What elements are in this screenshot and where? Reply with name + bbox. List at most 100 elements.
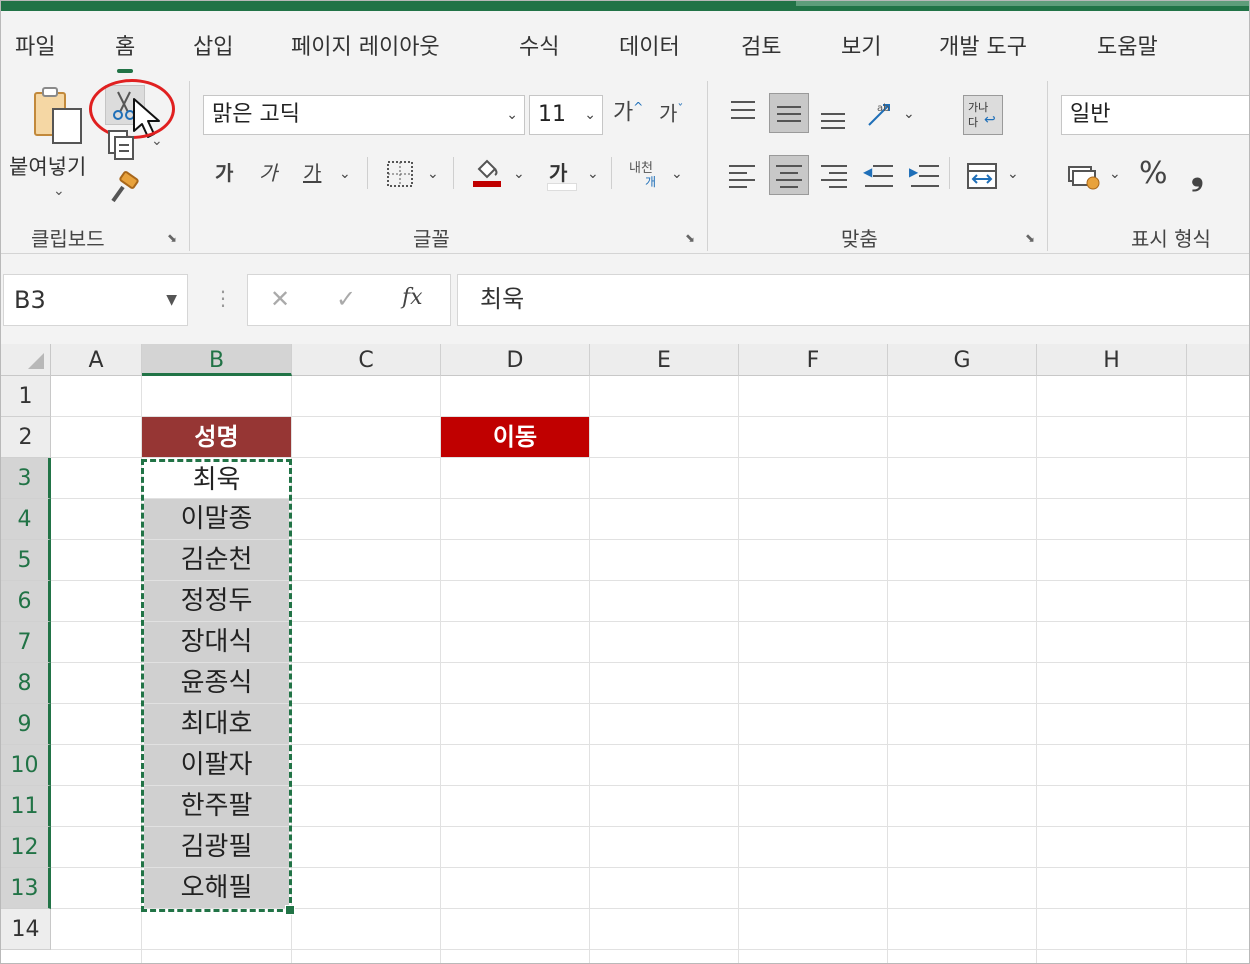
insert-function-button[interactable]: fx (402, 285, 423, 310)
formula-bar: B3 ▼ ⋮ ✕ ✓ fx 최욱 (1, 254, 1249, 344)
column-header-f[interactable]: F (739, 344, 888, 376)
chevron-down-icon: ⌄ (151, 133, 163, 149)
formula-content: 최욱 (480, 285, 525, 313)
row-header-6[interactable]: 6 (1, 581, 51, 622)
number-format-combo[interactable]: 일반 (1061, 95, 1249, 135)
merge-center-icon[interactable] (965, 159, 999, 193)
accounting-format-icon[interactable] (1067, 161, 1101, 191)
column-header-d[interactable]: D (441, 344, 590, 376)
dialog-launcher-icon[interactable]: ⬊ (685, 231, 699, 245)
worksheet-grid: A B C D E F G H 1 2 3 4 5 6 7 8 9 10 11 … (1, 344, 1249, 963)
borders-icon[interactable] (385, 159, 415, 189)
dialog-launcher-icon[interactable]: ⬊ (167, 231, 181, 245)
fill-color-icon[interactable] (471, 155, 505, 189)
grow-font-button[interactable]: 가^ (613, 101, 643, 124)
font-name-combo[interactable]: 맑은 고딕 ⌄ (203, 95, 525, 135)
row-header-9[interactable]: 9 (1, 704, 51, 745)
ribbon-tabs: 파일 홈 삽입 페이지 레이아웃 수식 데이터 검토 보기 개발 도구 도움말 (1, 11, 1249, 73)
font-size-combo[interactable]: 11 ⌄ (529, 95, 603, 135)
font-color-bar (547, 183, 577, 191)
phonetic-guide-button[interactable]: 내천 개 (627, 157, 667, 193)
row-header-2[interactable]: 2 (1, 417, 51, 458)
chevron-down-icon[interactable]: ⌄ (903, 107, 915, 121)
align-right-button[interactable] (813, 155, 853, 195)
row-header-7[interactable]: 7 (1, 622, 51, 663)
row-header-8[interactable]: 8 (1, 663, 51, 704)
underline-button[interactable]: 가 (303, 163, 321, 183)
increase-indent-button[interactable]: ▶ (905, 155, 945, 195)
alignment-group-label: 맞춤 (841, 227, 878, 251)
row-header-11[interactable]: 11 (1, 786, 51, 827)
font-size-value: 11 (538, 102, 566, 127)
fill-handle[interactable] (285, 905, 295, 915)
cancel-icon[interactable]: ✕ (270, 285, 290, 313)
row-header-12[interactable]: 12 (1, 827, 51, 868)
bold-button[interactable]: 가 (215, 163, 233, 183)
chevron-down-icon[interactable]: ⌄ (587, 167, 599, 181)
chevron-down-icon: ⌄ (584, 107, 596, 123)
chevron-down-icon[interactable]: ⌄ (427, 167, 439, 181)
number-group-label: 표시 형식 (1131, 227, 1211, 251)
column-header-a[interactable]: A (51, 344, 142, 376)
chevron-down-icon[interactable]: ⌄ (1007, 167, 1019, 181)
name-box[interactable]: B3 ▼ (3, 274, 188, 326)
row-header-4[interactable]: 4 (1, 499, 51, 540)
cell-d2-header[interactable]: 이동 (441, 417, 589, 457)
align-left-button[interactable] (723, 155, 763, 195)
paste-button[interactable]: 붙여넣기 ⌄ (5, 79, 101, 207)
top-align-button[interactable] (723, 93, 763, 133)
decrease-indent-button[interactable]: ◀ (859, 155, 899, 195)
column-header-g[interactable]: G (888, 344, 1037, 376)
column-header-i[interactable] (1187, 344, 1249, 376)
row-header-1[interactable]: 1 (1, 376, 51, 417)
wrap-text-button[interactable]: 가나 다 ↩ (963, 95, 1003, 135)
excel-window: 파일 홈 삽입 페이지 레이아웃 수식 데이터 검토 보기 개발 도구 도움말 … (0, 0, 1250, 964)
drag-handle-icon[interactable]: ⋮ (213, 286, 233, 310)
tab-review[interactable]: 검토 (741, 29, 781, 61)
tab-developer[interactable]: 개발 도구 (939, 29, 1027, 61)
column-header-e[interactable]: E (590, 344, 739, 376)
tab-file[interactable]: 파일 (15, 29, 55, 61)
chevron-down-icon[interactable]: ⌄ (513, 167, 525, 181)
tab-insert[interactable]: 삽입 (193, 29, 233, 61)
chevron-down-icon: ⌄ (506, 107, 518, 123)
italic-button[interactable]: 가 (259, 163, 277, 183)
copy-button[interactable]: ⌄ (105, 129, 169, 165)
row-header-5[interactable]: 5 (1, 540, 51, 581)
chevron-down-icon[interactable]: ⌄ (1109, 167, 1121, 181)
tab-data[interactable]: 데이터 (619, 29, 680, 61)
tab-page-layout[interactable]: 페이지 레이아웃 (291, 29, 440, 61)
column-header-c[interactable]: C (292, 344, 441, 376)
column-header-h[interactable]: H (1037, 344, 1187, 376)
tab-formulas[interactable]: 수식 (519, 29, 559, 61)
enter-icon[interactable]: ✓ (336, 285, 356, 313)
comma-button[interactable]: ❟ (1191, 157, 1204, 189)
percent-button[interactable]: % (1139, 159, 1168, 189)
orientation-icon[interactable]: ab (863, 97, 897, 131)
formula-input[interactable]: 최욱 (457, 274, 1249, 326)
tab-view[interactable]: 보기 (841, 29, 881, 61)
row-header-3[interactable]: 3 (1, 458, 51, 499)
tab-help[interactable]: 도움말 (1097, 29, 1158, 61)
align-center-button[interactable] (769, 155, 809, 195)
title-bar (1, 1, 1249, 11)
shrink-font-button[interactable]: 가ˇ (659, 103, 683, 124)
ribbon-home: 붙여넣기 ⌄ ⌄ 클립보드 ⬊ 맑은 고딕 ⌄ 11 ⌄ 가^ 가ˇ 가 가 가… (1, 73, 1249, 254)
format-painter-button[interactable] (105, 169, 145, 209)
dialog-launcher-icon[interactable]: ⬊ (1025, 231, 1039, 245)
paste-label: 붙여넣기 (9, 155, 87, 179)
chevron-down-icon[interactable]: ⌄ (671, 167, 683, 181)
font-color-button[interactable]: 가 (545, 155, 577, 191)
row-header-10[interactable]: 10 (1, 745, 51, 786)
column-header-b[interactable]: B (142, 344, 292, 376)
svg-text:ab: ab (877, 103, 889, 114)
row-header-13[interactable]: 13 (1, 868, 51, 909)
row-header-14[interactable]: 14 (1, 909, 51, 950)
select-all-button[interactable] (1, 344, 51, 376)
cell-b2-header[interactable]: 성명 (142, 417, 291, 457)
chevron-down-icon[interactable]: ⌄ (339, 167, 351, 181)
font-name-value: 맑은 고딕 (212, 102, 300, 127)
bottom-align-button[interactable] (813, 93, 853, 133)
tab-home[interactable]: 홈 (115, 29, 135, 73)
middle-align-button[interactable] (769, 93, 809, 133)
